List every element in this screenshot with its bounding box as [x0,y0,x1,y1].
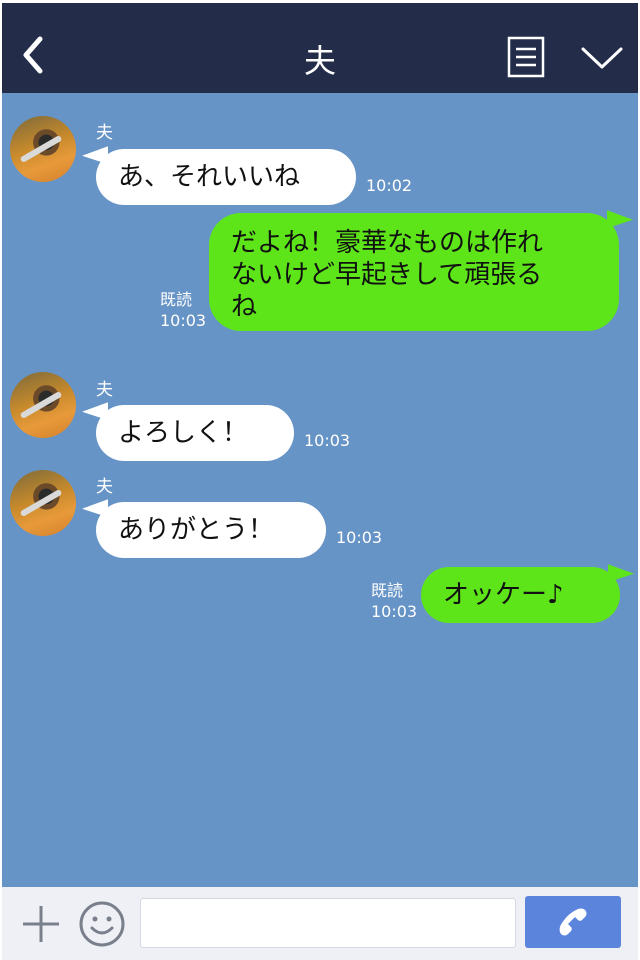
chevron-down-icon [581,47,623,69]
message-input[interactable] [140,898,516,948]
message-bubble-outgoing[interactable]: だよね！豪華なものは作れ ないけど早起きして頑張る ね [209,213,619,331]
sender-name: 夫 [96,123,113,143]
message-text: だよね！豪華なものは作れ ないけど早起きして頑張る ね [231,228,544,322]
menu-button[interactable] [506,35,546,79]
emoji-button[interactable] [78,900,126,948]
message-time: 10:03 [371,602,418,621]
message-bubble-incoming[interactable]: ありがとう！ [96,502,326,558]
message-bubble-incoming[interactable]: あ、それいいね [96,149,356,205]
read-receipt: 既読 [160,290,193,309]
message-time: 10:03 [304,431,351,450]
plus-button[interactable] [20,903,62,945]
phone-icon [559,908,587,936]
plus-icon [23,906,59,942]
message-time: 10:03 [336,528,383,547]
list-icon [507,36,545,78]
message-time: 10:02 [366,176,413,195]
message-text: オッケー♪ [443,580,564,610]
avatar[interactable] [10,470,76,536]
smiley-icon [79,901,125,947]
call-button[interactable] [525,896,621,948]
chat-header: 夫 [2,3,638,93]
collapse-button[interactable] [580,43,624,73]
avatar[interactable] [10,372,76,438]
message-bubble-outgoing[interactable]: オッケー♪ [421,567,620,623]
message-text: あ、それいいね [118,162,301,192]
read-receipt: 既読 [371,581,404,600]
message-text: よろしく！ [118,418,249,448]
sender-name: 夫 [96,380,113,400]
avatar[interactable] [10,116,76,182]
sender-name: 夫 [96,477,113,497]
message-text: ありがとう！ [118,515,275,545]
message-bubble-incoming[interactable]: よろしく！ [96,405,294,461]
message-time: 10:03 [160,311,207,330]
